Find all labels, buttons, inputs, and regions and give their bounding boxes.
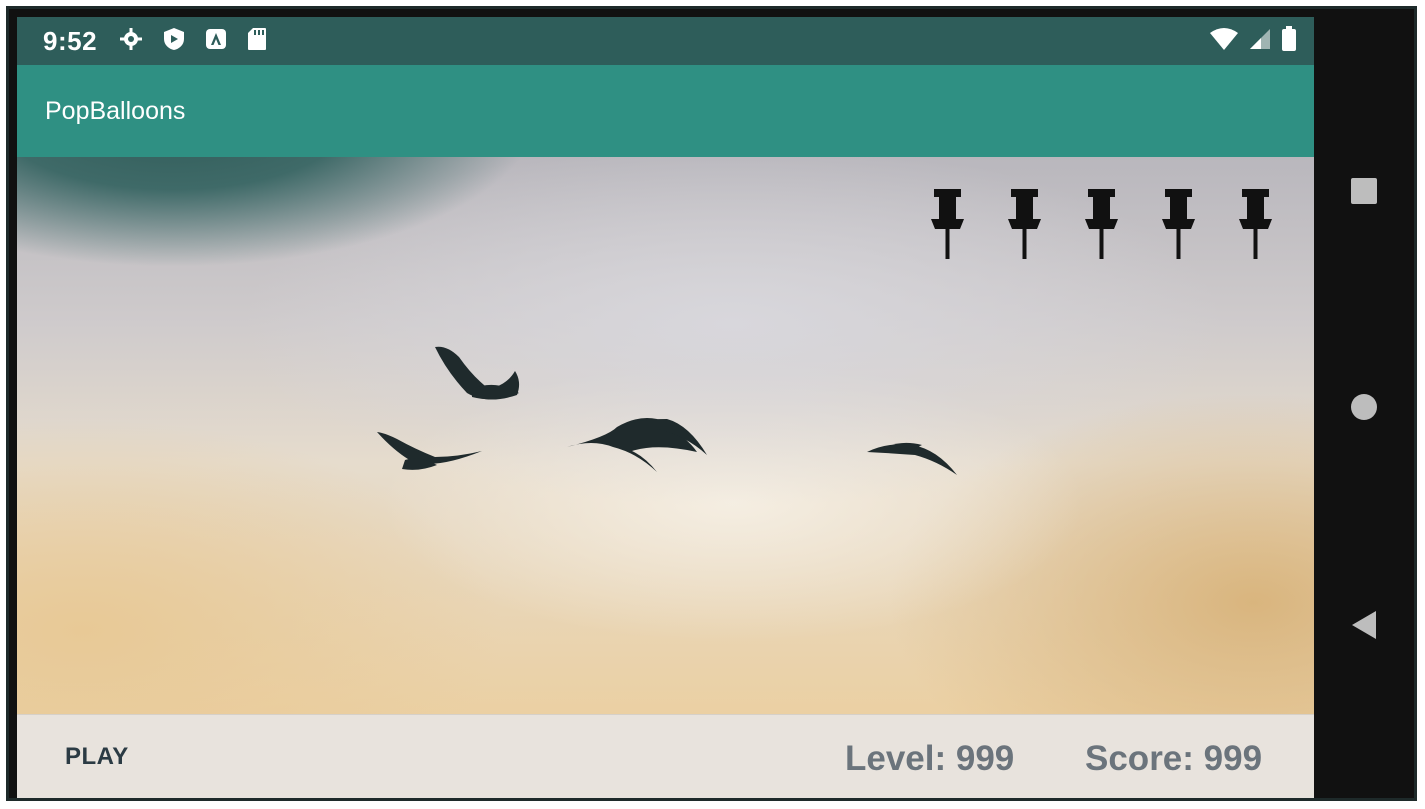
square-icon — [1351, 178, 1377, 204]
triangle-back-icon — [1352, 611, 1376, 639]
pushpin-icon — [1008, 189, 1041, 259]
navigation-bar — [1314, 9, 1414, 798]
shield-icon — [163, 27, 185, 56]
app-screen: 9:52 PopBalloons PLAY Level: 999 Score: … — [17, 17, 1319, 798]
app-notification-icon — [205, 28, 227, 55]
pushpin-icon — [931, 189, 964, 259]
circle-icon — [1351, 394, 1377, 420]
device-frame: 9:52 PopBalloons PLAY Level: 999 Score: … — [6, 6, 1417, 801]
score-display: Score: 999 — [1085, 739, 1263, 778]
bottom-bar: PLAY Level: 999 Score: 999 — [17, 714, 1319, 798]
wifi-icon — [1209, 27, 1239, 56]
recents-button[interactable] — [1344, 171, 1384, 211]
game-area[interactable] — [17, 157, 1319, 714]
app-bar: PopBalloons — [17, 65, 1319, 157]
pushpin-icon — [1239, 189, 1272, 259]
pushpin-icon — [1162, 189, 1195, 259]
play-button[interactable]: PLAY — [65, 743, 129, 771]
settings-icon — [119, 27, 143, 56]
level-display: Level: 999 — [845, 739, 1015, 778]
sd-card-icon — [247, 27, 267, 56]
status-system-icons — [1209, 17, 1297, 65]
status-notification-icons — [119, 27, 267, 56]
remaining-pins — [928, 189, 1275, 259]
status-time: 9:52 — [43, 25, 98, 56]
status-bar: 9:52 — [17, 17, 1319, 65]
pushpin-icon — [1085, 189, 1118, 259]
signal-icon — [1249, 28, 1271, 55]
app-title: PopBalloons — [45, 97, 186, 125]
back-button[interactable] — [1344, 605, 1384, 645]
home-button[interactable] — [1344, 387, 1384, 427]
battery-icon — [1281, 25, 1297, 57]
